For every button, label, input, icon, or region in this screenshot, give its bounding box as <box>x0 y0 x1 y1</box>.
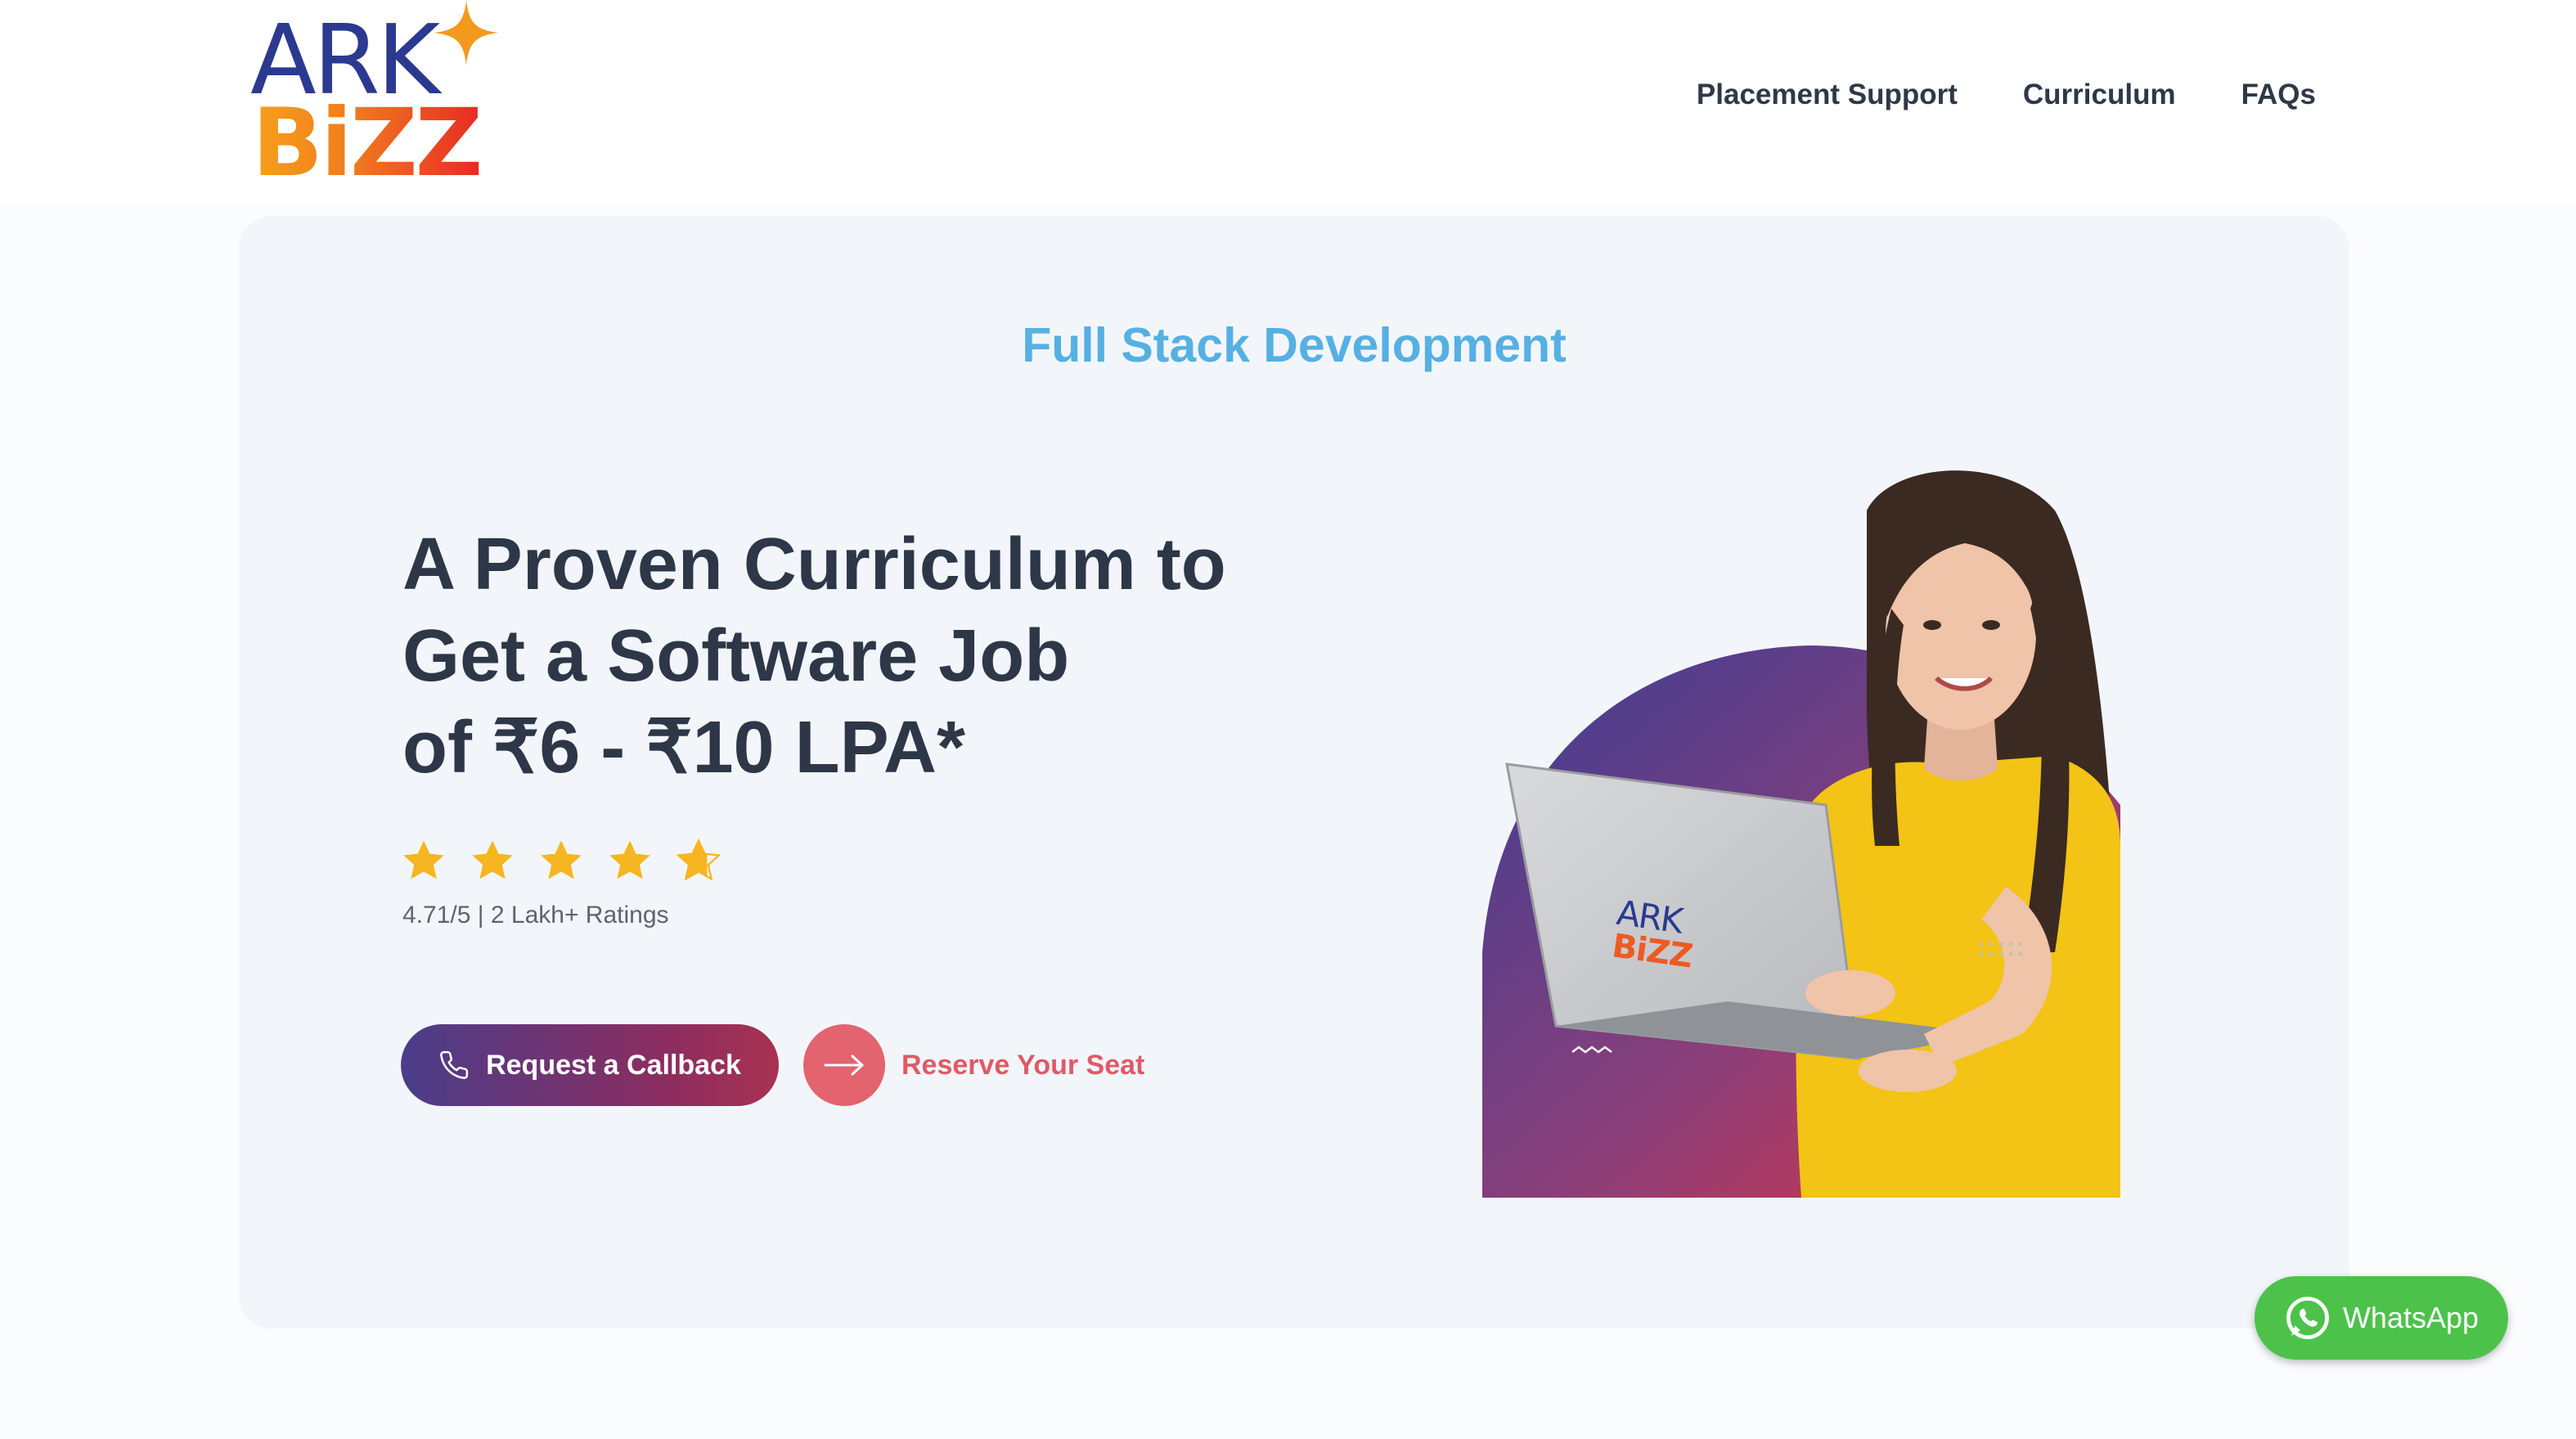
sparkle-icon <box>434 0 499 65</box>
nav-faqs[interactable]: FAQs <box>2241 79 2316 111</box>
rating-text: 4.71/5 | 2 Lakh+ Ratings <box>402 902 669 929</box>
hero-section: Full Stack Development A Proven Curricul… <box>239 216 2349 1329</box>
arkbizz-logo[interactable]: ARK BiZZ <box>250 0 499 197</box>
headline-line-3: of ₹6 - ₹10 LPA* <box>402 707 965 789</box>
request-callback-button[interactable]: Request a Callback <box>401 1024 779 1106</box>
main-nav: Placement Support Curriculum FAQs <box>1697 79 2316 111</box>
nav-curriculum[interactable]: Curriculum <box>2023 79 2176 111</box>
star-icon <box>541 840 582 879</box>
course-title: Full Stack Development <box>1022 318 1567 372</box>
rating-stars <box>401 838 722 884</box>
star-icon <box>403 840 444 879</box>
star-partial-icon <box>676 838 722 881</box>
headline-line-2: Get a Software Job <box>402 615 1070 697</box>
phone-icon <box>440 1050 469 1079</box>
reserve-seat-label: Reserve Your Seat <box>901 1049 1145 1081</box>
reserve-arrow-button[interactable] <box>803 1024 885 1106</box>
logo-text-bottom: BiZZ <box>252 88 483 197</box>
hero-headline: A Proven Curriculum to Get a Software Jo… <box>402 519 1466 794</box>
star-icon <box>609 840 650 879</box>
student-with-laptop-illustration <box>1482 470 2120 1198</box>
whatsapp-icon <box>2286 1297 2329 1339</box>
nav-placement-support[interactable]: Placement Support <box>1697 79 1958 111</box>
whatsapp-button[interactable]: WhatsApp <box>2255 1276 2508 1360</box>
request-callback-label: Request a Callback <box>486 1049 741 1081</box>
star-icon <box>472 840 513 879</box>
reserve-seat-link[interactable]: Reserve Your Seat <box>803 1023 1144 1108</box>
site-header: ARK BiZZ Placement Support Curriculum FA… <box>0 0 2576 205</box>
headline-line-1: A Proven Curriculum to <box>402 524 1226 605</box>
laptop-logo: ARK BiZZ <box>1608 893 1733 993</box>
whatsapp-label: WhatsApp <box>2342 1301 2479 1334</box>
arrow-right-icon <box>824 1055 864 1076</box>
